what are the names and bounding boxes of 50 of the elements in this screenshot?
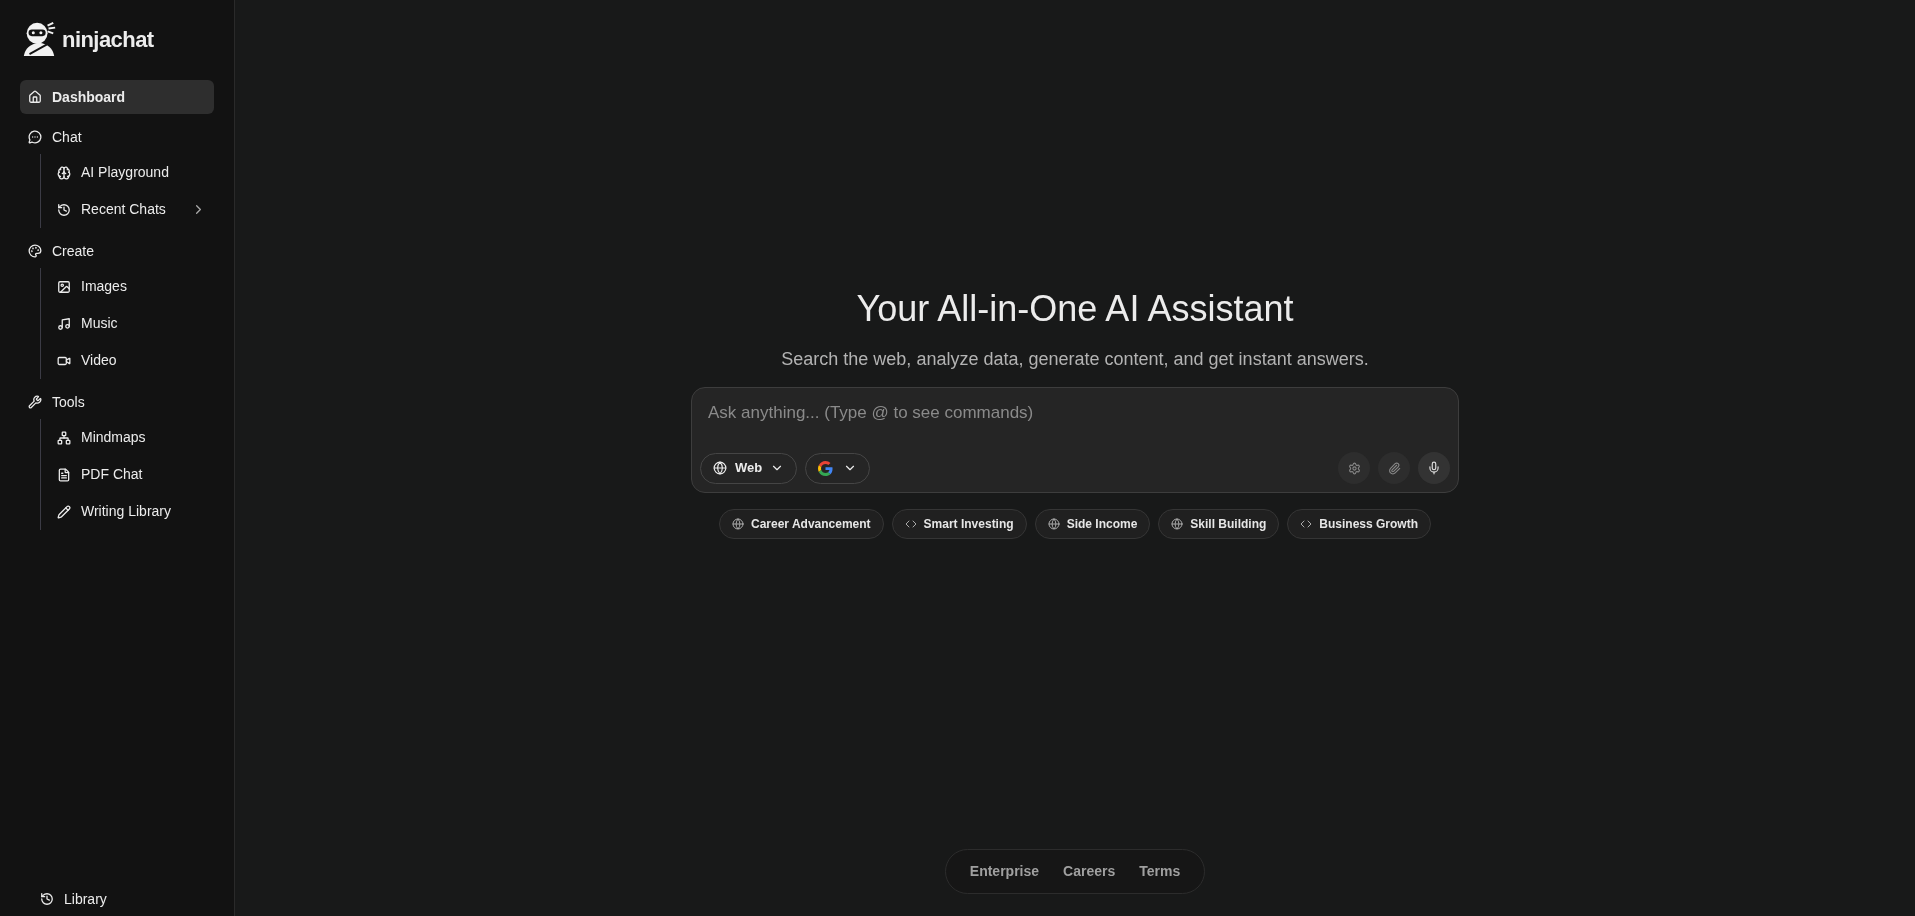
prompt-input[interactable]: Ask anything... (Type @ to see commands) [700,400,1450,426]
brand-name: ninjachat [62,25,154,54]
suggestion-chip[interactable]: Side Income [1034,509,1151,539]
code-icon [1300,518,1313,530]
footer-link[interactable]: Enterprise [969,861,1040,882]
suggestion-chip[interactable]: Career Advancement [719,509,884,539]
footer-link[interactable]: Careers [1063,861,1116,882]
tools-icon [28,395,42,409]
globe-icon [1047,518,1060,530]
sidebar-item[interactable]: Create [20,234,214,268]
globe-icon [1171,518,1184,530]
sidebar-item[interactable]: Chat [20,120,214,154]
suggestion-chip[interactable]: Smart Investing [891,509,1027,539]
hero-subtitle: Search the web, analyze data, generate content, and get instant answers. [781,348,1369,371]
microphone-button[interactable] [1418,452,1450,484]
paperclip-icon [1387,461,1401,475]
suggestion-chip[interactable]: Skill Building [1158,509,1280,539]
sidebar-subitem[interactable]: Video [49,342,214,379]
sidebar-subitem[interactable]: Recent Chats [49,191,214,228]
chat-bubble-icon [28,130,42,144]
palette-icon [28,244,42,258]
document-icon [57,467,71,482]
globe-icon [732,518,744,530]
globe-icon [713,461,727,475]
attach-button[interactable] [1378,452,1410,484]
sidebar-subitem[interactable]: Music [49,305,214,342]
brain-icon [57,165,71,180]
sidebar-subitem[interactable]: Writing Library [49,493,214,530]
footer-link[interactable]: Terms [1139,861,1181,882]
google-g-icon [818,460,834,476]
sidebar-subitem[interactable]: PDF Chat [49,456,214,493]
sidebar-item[interactable]: Dashboard [20,80,214,114]
hero-title: Your All-in-One AI Assistant [856,287,1294,331]
sidebar-item[interactable]: Library [20,884,214,914]
sidebar-subitem[interactable]: AI Playground [49,154,214,191]
pencil-icon [57,504,71,519]
home-icon [28,90,42,104]
history-icon [40,892,54,906]
settings-icon [1347,461,1361,475]
suggestion-chip[interactable]: Business Growth [1287,509,1431,539]
code-icon [904,518,917,530]
sidebar-item[interactable]: Tools [20,385,214,419]
music-note-icon [57,316,71,331]
sidebar-subitem[interactable]: Images [49,268,214,305]
hierarchy-icon [57,430,71,445]
microphone-icon [1427,461,1441,475]
image-icon [57,279,71,294]
sidebar-subitem[interactable]: Mindmaps [49,419,214,456]
history-icon [57,202,71,217]
settings-button[interactable] [1338,452,1370,484]
